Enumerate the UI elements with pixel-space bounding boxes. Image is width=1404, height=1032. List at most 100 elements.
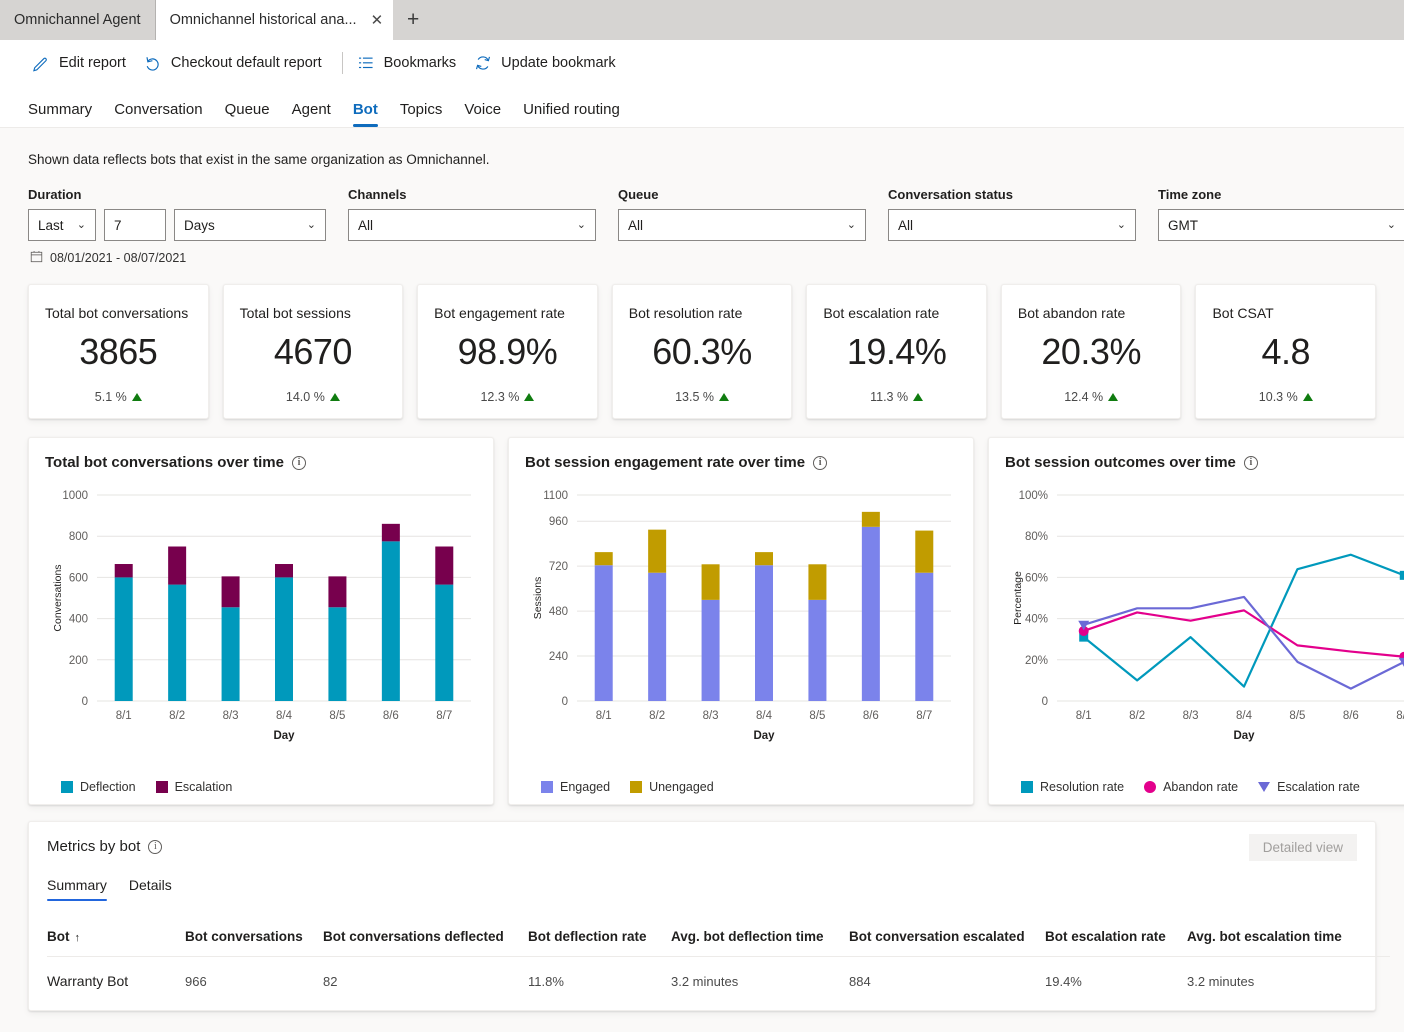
duration-unit-select[interactable]: Days ⌄ — [174, 209, 326, 241]
svg-text:400: 400 — [69, 614, 88, 626]
cell-bot-deflection-rate: 11.8% — [528, 956, 671, 1005]
svg-text:40%: 40% — [1025, 614, 1048, 626]
col-header-bot-escalation-rate[interactable]: Bot escalation rate — [1045, 923, 1187, 957]
edit-report-button[interactable]: Edit report — [28, 48, 140, 78]
tab-topics[interactable]: Topics — [389, 101, 454, 127]
chart-legend: Engaged Unengaged — [525, 778, 957, 794]
col-header-bot[interactable]: Bot ↑ — [47, 923, 185, 957]
browser-tab-historical-analytics[interactable]: Omnichannel historical ana... ✕ — [155, 0, 394, 40]
table-row[interactable]: Warranty Bot 966 82 11.8% 3.2 minutes 88… — [47, 956, 1390, 1005]
filter-timezone-label: Time zone — [1158, 187, 1222, 202]
subtab-summary[interactable]: Summary — [47, 877, 115, 901]
svg-text:8/6: 8/6 — [383, 710, 399, 722]
conversation-status-select[interactable]: All ⌄ — [888, 209, 1136, 241]
kpi-delta: 12.3 % — [480, 390, 535, 404]
chart-legend: Deflection Escalation — [45, 778, 477, 794]
bookmarks-label: Bookmarks — [383, 55, 457, 71]
svg-text:0: 0 — [562, 696, 568, 708]
cell-bot-name: Warranty Bot — [47, 956, 185, 1005]
info-icon[interactable]: i — [1243, 455, 1258, 470]
col-header-bot-conversation-escalated[interactable]: Bot conversation escalated — [849, 923, 1045, 957]
col-header-avg-bot-escalation-time[interactable]: Avg. bot escalation time — [1187, 923, 1370, 957]
info-icon[interactable]: i — [813, 455, 828, 470]
queue-select[interactable]: All ⌄ — [618, 209, 866, 241]
duration-count-value: 7 — [114, 217, 122, 233]
kpi-row: Total bot conversations 3865 5.1 % Total… — [28, 284, 1377, 419]
chart-plot-area: 0 240 480 720 960 1100 8/1 8/2 8/3 8/4 8/5 8/6 8/7 Da… — [525, 473, 957, 778]
legend-item-engaged[interactable]: Engaged — [541, 780, 610, 794]
chart-plot-area: 0 20% 40% 60% 80% 100% 8/1 8/2 8/3 8/4 8/5 8/6 8/7 Da… — [1005, 473, 1404, 778]
filter-status-label: Conversation status — [888, 187, 1013, 202]
chart-card-total-bot-conversations: Total bot conversations over time i 0 200… — [28, 437, 494, 805]
filter-bar: Duration Last ⌄ 7 Days ⌄ Channels All ⌄ — [28, 187, 1404, 241]
browser-tab-omnichannel-agent[interactable]: Omnichannel Agent — [0, 0, 156, 40]
report-page: Shown data reflects bots that exist in t… — [0, 128, 1404, 1011]
chevron-down-icon: ⌄ — [1116, 218, 1126, 231]
bookmarks-button[interactable]: Bookmarks — [353, 48, 471, 78]
date-range-text: 08/01/2021 - 08/07/2021 — [50, 251, 187, 265]
checkout-default-report-button[interactable]: Checkout default report — [140, 48, 336, 78]
line-chart-svg: 0 20% 40% 60% 80% 100% 8/1 8/2 8/3 8/4 8/5 8/6 8/7 Da… — [1012, 490, 1404, 742]
kpi-value: 4670 — [273, 331, 353, 372]
filter-duration-label: Duration — [28, 187, 82, 202]
browser-tab-strip: Omnichannel Agent Omnichannel historical… — [0, 0, 1404, 40]
svg-text:480: 480 — [549, 606, 568, 618]
detailed-view-button[interactable]: Detailed view — [1248, 834, 1357, 861]
legend-item-deflection[interactable]: Deflection — [61, 780, 136, 794]
svg-text:8/7: 8/7 — [1396, 710, 1404, 722]
legend-item-escalation-rate[interactable]: Escalation rate — [1258, 780, 1360, 794]
legend-swatch — [61, 781, 73, 793]
cell-bot-conversations-deflected: 82 — [323, 956, 528, 1005]
trend-up-icon — [329, 393, 340, 401]
legend-label: Escalation rate — [1277, 780, 1360, 794]
timezone-select[interactable]: GMT ⌄ — [1158, 209, 1404, 241]
filter-duration: Duration Last ⌄ 7 Days ⌄ — [28, 187, 326, 241]
col-header-avg-bot-deflection-time[interactable]: Avg. bot deflection time — [671, 923, 849, 957]
kpi-value: 4.8 — [1261, 331, 1311, 372]
col-header-truncated[interactable] — [1370, 923, 1390, 957]
cell-bot-escalation-rate: 19.4% — [1045, 956, 1187, 1005]
tab-unified-routing[interactable]: Unified routing — [512, 101, 631, 127]
subtab-details[interactable]: Details — [121, 877, 180, 901]
tab-summary[interactable]: Summary — [28, 101, 103, 127]
svg-text:8/1: 8/1 — [1076, 710, 1092, 722]
tab-queue[interactable]: Queue — [214, 101, 281, 127]
chart-card-bot-session-outcomes: Bot session outcomes over time i 0 20% 40%… — [988, 437, 1404, 805]
legend-item-unengaged[interactable]: Unengaged — [630, 780, 714, 794]
status-value: All — [898, 217, 914, 233]
duration-count-input[interactable]: 7 — [104, 209, 166, 241]
legend-label: Resolution rate — [1040, 780, 1125, 794]
update-bookmark-button[interactable]: Update bookmark — [470, 48, 629, 78]
col-header-bot-conversations-deflected[interactable]: Bot conversations deflected — [323, 923, 528, 957]
info-icon[interactable]: i — [291, 455, 306, 470]
legend-item-escalation[interactable]: Escalation — [155, 780, 232, 794]
col-header-bot-deflection-rate[interactable]: Bot deflection rate — [528, 923, 671, 957]
close-icon[interactable]: ✕ — [371, 13, 384, 28]
duration-mode-select[interactable]: Last ⌄ — [28, 209, 96, 241]
legend-item-resolution-rate[interactable]: Resolution rate — [1021, 780, 1124, 794]
legend-item-abandon-rate[interactable]: Abandon rate — [1144, 780, 1238, 794]
kpi-value: 19.4% — [846, 331, 947, 372]
legend-label: Deflection — [80, 780, 136, 794]
svg-text:Percentage: Percentage — [1012, 571, 1024, 625]
chart-title: Total bot conversations over time — [45, 454, 284, 471]
tab-voice[interactable]: Voice — [453, 101, 512, 127]
kpi-card-bot-csat: Bot CSAT 4.8 10.3 % — [1195, 284, 1377, 419]
chart-row: Total bot conversations over time i 0 200… — [28, 437, 1404, 805]
channels-select[interactable]: All ⌄ — [348, 209, 596, 241]
col-header-bot-conversations[interactable]: Bot conversations — [185, 923, 323, 957]
tab-agent[interactable]: Agent — [281, 101, 342, 127]
svg-text:Day: Day — [753, 730, 775, 742]
new-tab-icon[interactable]: + — [393, 0, 433, 40]
svg-text:200: 200 — [69, 655, 88, 667]
table-header-row: Bot ↑ Bot conversations Bot conversations… — [47, 923, 1390, 957]
svg-text:600: 600 — [69, 572, 88, 584]
update-bookmark-label: Update bookmark — [501, 55, 616, 71]
kpi-title: Total bot conversations — [45, 305, 189, 321]
info-icon[interactable]: i — [148, 839, 163, 854]
bar-chart-svg: 0 200 400 600 800 1000 8/1 8/2 8/3 8/4 8/5 8/6 8/7 Da… — [52, 490, 471, 742]
tab-conversation[interactable]: Conversation — [103, 101, 213, 127]
svg-text:Day: Day — [273, 730, 295, 742]
svg-text:Day: Day — [1233, 730, 1255, 742]
tab-bot[interactable]: Bot — [342, 101, 389, 127]
